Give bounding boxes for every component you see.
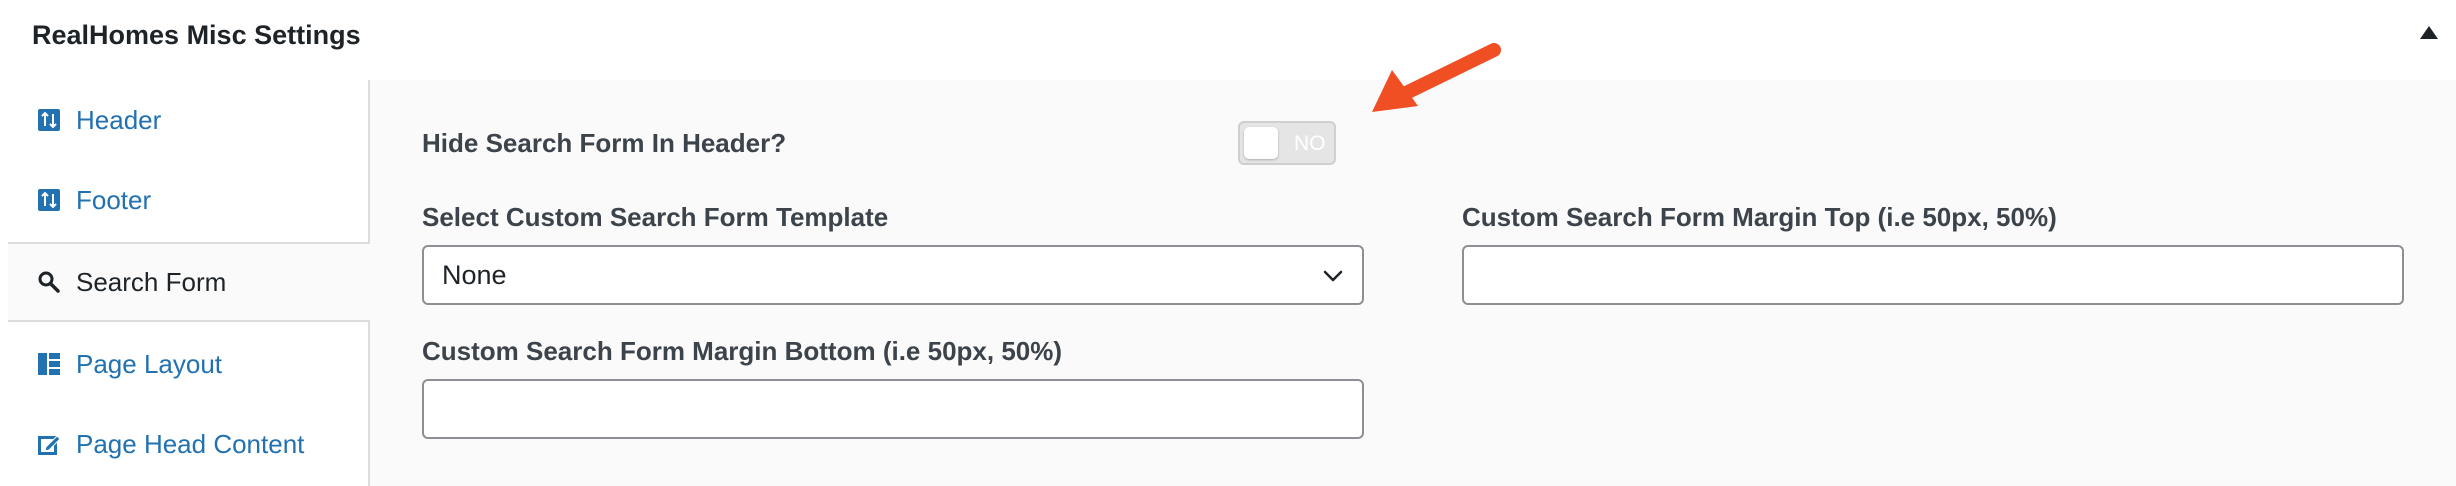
layout-icon bbox=[36, 351, 62, 377]
template-selected-value: None bbox=[442, 259, 507, 290]
panel-title: RealHomes Misc Settings bbox=[32, 20, 361, 50]
collapse-toggle-icon[interactable] bbox=[2420, 26, 2438, 39]
hide-search-toggle[interactable]: NO bbox=[1238, 121, 1336, 165]
margin-bottom-input[interactable] bbox=[422, 379, 1364, 439]
sort-arrows-icon bbox=[36, 107, 62, 133]
sidebar-item-footer[interactable]: Footer bbox=[8, 160, 370, 240]
sidebar-item-label: Footer bbox=[76, 184, 152, 215]
sidebar-item-label: Page Head Content bbox=[76, 428, 305, 459]
sort-arrows-icon bbox=[36, 187, 62, 213]
sidebar-item-label: Header bbox=[76, 104, 162, 135]
toggle-state-text: NO bbox=[1294, 132, 1326, 155]
sidebar-item-search-form[interactable]: Search Form bbox=[8, 242, 372, 322]
sidebar-item-page-layout[interactable]: Page Layout bbox=[8, 324, 370, 404]
margin-top-label: Custom Search Form Margin Top (i.e 50px,… bbox=[1462, 202, 2057, 232]
margin-bottom-label: Custom Search Form Margin Bottom (i.e 50… bbox=[422, 336, 1063, 366]
margin-top-input[interactable] bbox=[1462, 245, 2404, 305]
chevron-down-icon bbox=[1322, 265, 1344, 292]
toggle-knob bbox=[1244, 127, 1278, 159]
template-select[interactable]: None bbox=[422, 245, 1364, 305]
hide-search-label: Hide Search Form In Header? bbox=[422, 128, 787, 158]
edit-icon bbox=[36, 431, 62, 457]
annotation-arrow-icon bbox=[1372, 43, 1501, 112]
sidebar-item-label: Page Layout bbox=[76, 348, 223, 379]
settings-sidebar: Header Footer Search Form Page Layout Pa… bbox=[0, 80, 372, 486]
panel-header: RealHomes Misc Settings bbox=[0, 0, 2456, 80]
sidebar-item-header[interactable]: Header bbox=[8, 80, 370, 160]
sidebar-item-label: Search Form bbox=[76, 266, 227, 297]
sidebar-item-page-head-content[interactable]: Page Head Content bbox=[8, 404, 370, 484]
template-label: Select Custom Search Form Template bbox=[422, 202, 889, 232]
search-icon bbox=[36, 269, 62, 295]
